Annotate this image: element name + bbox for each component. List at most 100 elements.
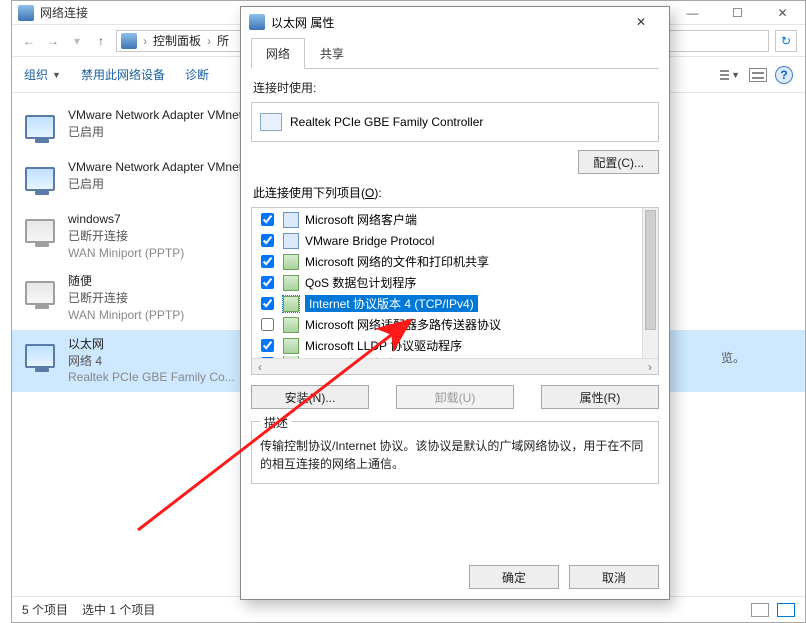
item-label: Microsoft 网络适配器多路传送器协议 (305, 316, 501, 333)
adapter-name: 随便 (68, 273, 184, 290)
properties-button-label: 属性(R) (580, 389, 621, 406)
maximize-button[interactable]: ☐ (715, 1, 760, 25)
item-label: Microsoft 网络客户端 (305, 211, 417, 228)
organize-menu[interactable]: 组织 ▼ (24, 66, 61, 83)
adapter-properties-icon (249, 14, 265, 30)
adapter-status: 网络 4 (68, 353, 235, 370)
scrollbar-thumb[interactable] (645, 210, 656, 330)
side-hint-text: 览。 (721, 349, 745, 366)
details-pane-icon[interactable] (747, 64, 769, 86)
scroll-left-icon[interactable]: ‹ (254, 360, 266, 374)
adapter-icon (25, 167, 55, 191)
minimize-button[interactable]: — (670, 1, 715, 25)
history-dropdown-icon[interactable]: ▾ (68, 32, 86, 50)
refresh-button[interactable]: ↻ (775, 30, 797, 52)
item-label: VMware Bridge Protocol (305, 234, 434, 248)
path-segment-truncated[interactable]: 所 (217, 32, 229, 49)
view-menu-icon[interactable]: ▼ (719, 64, 741, 86)
item-label: Microsoft 网络的文件和打印机共享 (305, 253, 489, 270)
protocol-icon (283, 338, 299, 354)
adapter-device: WAN Miniport (PPTP) (68, 307, 184, 324)
adapter-icon (25, 281, 55, 305)
back-button[interactable]: ← (20, 32, 38, 50)
list-item[interactable]: Microsoft 网络适配器多路传送器协议 (253, 314, 642, 335)
dialog-title: 以太网 属性 (271, 14, 334, 31)
nic-name: Realtek PCIe GBE Family Controller (290, 115, 483, 129)
adapter-name: VMware Network Adapter VMnet8 (68, 159, 249, 176)
network-folder-icon (18, 5, 34, 21)
ok-button[interactable]: 确定 (469, 565, 559, 589)
adapter-status: 已启用 (68, 176, 249, 193)
list-item[interactable]: VMware Bridge Protocol (253, 230, 642, 251)
view-large-icon[interactable] (751, 603, 769, 617)
cancel-button-label: 取消 (602, 569, 626, 586)
cancel-button[interactable]: 取消 (569, 565, 659, 589)
organize-label: 组织 (24, 66, 48, 83)
horizontal-scrollbar[interactable]: ‹ › (252, 358, 658, 374)
adapter-status: 已断开连接 (68, 228, 184, 245)
help-button[interactable]: ? (775, 66, 793, 84)
service-icon (283, 254, 299, 270)
adapter-icon (25, 344, 55, 368)
path-segment[interactable]: 控制面板 (153, 32, 201, 49)
vertical-scrollbar[interactable] (642, 208, 658, 358)
item-checkbox[interactable] (261, 276, 274, 289)
list-item[interactable]: Microsoft LLDP 协议驱动程序 (253, 335, 642, 356)
nic-display: Realtek PCIe GBE Family Controller (251, 102, 659, 142)
item-checkbox[interactable] (261, 213, 274, 226)
nic-icon (260, 113, 282, 131)
uninstall-button-label: 卸载(U) (435, 389, 476, 406)
adapter-device: WAN Miniport (PPTP) (68, 245, 184, 262)
ethernet-properties-dialog: 以太网 属性 ✕ 网络 共享 连接时使用: Realtek PCIe GBE F… (240, 6, 670, 600)
adapter-status: 已断开连接 (68, 290, 184, 307)
uninstall-button: 卸载(U) (396, 385, 514, 409)
item-checkbox[interactable] (261, 234, 274, 247)
configure-button[interactable]: 配置(C)... (578, 150, 659, 174)
protocol-icon (283, 317, 299, 333)
adapter-device: Realtek PCIe GBE Family Co... (68, 369, 235, 386)
dialog-title-bar: 以太网 属性 ✕ (241, 7, 669, 37)
tab-network[interactable]: 网络 (251, 38, 305, 69)
adapter-status: 已启用 (68, 124, 249, 141)
properties-button[interactable]: 属性(R) (541, 385, 659, 409)
view-details-icon[interactable] (777, 603, 795, 617)
adapter-name: VMware Network Adapter VMnet1 (68, 107, 249, 124)
list-item-selected[interactable]: Internet 协议版本 4 (TCP/IPv4) (253, 293, 642, 314)
path-sep-icon: › (205, 34, 213, 48)
list-item[interactable]: QoS 数据包计划程序 (253, 272, 642, 293)
item-checkbox[interactable] (261, 318, 274, 331)
diagnose-button[interactable]: 诊断 (185, 66, 209, 83)
disable-device-button[interactable]: 禁用此网络设备 (81, 66, 165, 83)
network-items-list[interactable]: Microsoft 网络客户端 VMware Bridge Protocol M… (251, 207, 659, 375)
description-box: 描述 传输控制协议/Internet 协议。该协议是默认的广域网络协议，用于在不… (251, 421, 659, 484)
connect-using-label: 连接时使用: (253, 79, 657, 96)
adapter-name: 以太网 (68, 336, 235, 353)
adapter-icon (25, 115, 55, 139)
close-button[interactable]: ✕ (760, 1, 805, 25)
install-button[interactable]: 安装(N)... (251, 385, 369, 409)
client-icon (283, 212, 299, 228)
bg-window-title: 网络连接 (40, 4, 88, 21)
protocol-icon (283, 296, 299, 312)
forward-button[interactable]: → (44, 32, 62, 50)
scroll-right-icon[interactable]: › (644, 360, 656, 374)
item-checkbox[interactable] (261, 255, 274, 268)
list-item[interactable]: Microsoft 网络的文件和打印机共享 (253, 251, 642, 272)
item-checkbox[interactable] (261, 339, 274, 352)
path-sep-icon: › (141, 34, 149, 48)
install-button-label: 安装(N)... (285, 389, 336, 406)
item-checkbox[interactable] (261, 297, 274, 310)
dialog-tabs: 网络 共享 (251, 37, 659, 69)
dialog-close-button[interactable]: ✕ (621, 11, 661, 33)
list-item[interactable]: Microsoft 网络客户端 (253, 209, 642, 230)
description-text: 传输控制协议/Internet 协议。该协议是默认的广域网络协议，用于在不同的相… (260, 437, 650, 473)
item-label: Microsoft LLDP 协议驱动程序 (305, 337, 462, 354)
tab-sharing[interactable]: 共享 (305, 38, 359, 69)
status-selected: 选中 1 个项目 (82, 601, 155, 618)
bg-window-controls: — ☐ ✕ (670, 1, 805, 25)
configure-button-label: 配置(C)... (593, 154, 644, 171)
ok-button-label: 确定 (502, 569, 526, 586)
description-title: 描述 (260, 414, 292, 431)
up-button[interactable]: ↑ (92, 32, 110, 50)
item-label: QoS 数据包计划程序 (305, 274, 416, 291)
